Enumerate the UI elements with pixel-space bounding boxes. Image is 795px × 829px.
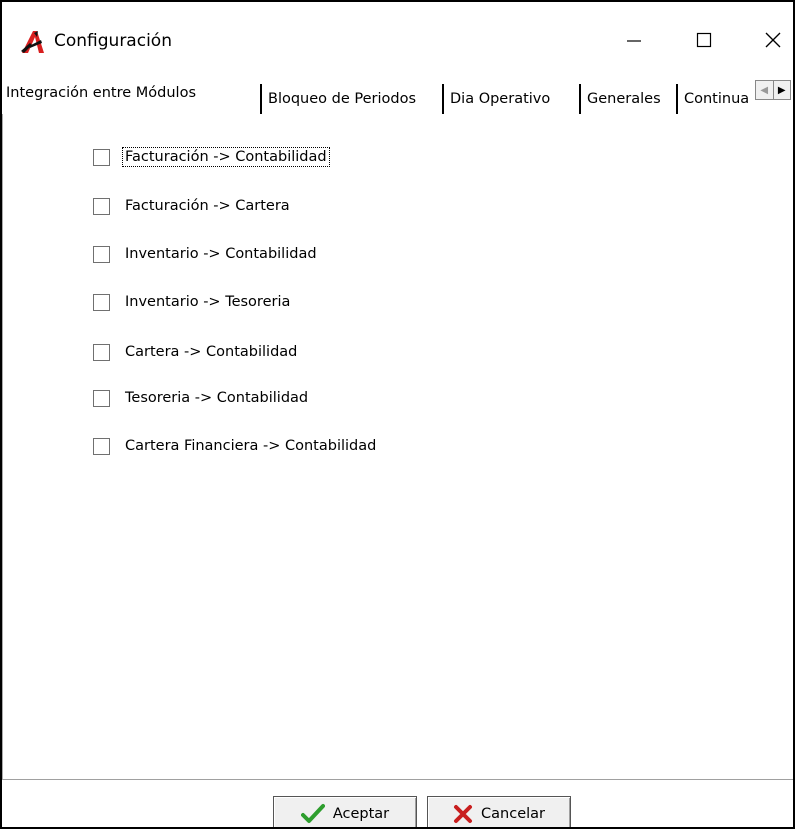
accept-button-label: Aceptar bbox=[332, 806, 390, 822]
checkbox-cartera-financiera-contabilidad[interactable]: Cartera Financiera -> Contabilidad bbox=[93, 434, 378, 458]
tab-label: Generales bbox=[587, 91, 661, 107]
checkbox-box[interactable] bbox=[93, 389, 110, 407]
tab-scroll-right-icon[interactable]: ▶ bbox=[774, 81, 791, 99]
close-button[interactable] bbox=[753, 20, 793, 60]
window-title: Configuración bbox=[54, 31, 172, 51]
button-bar: Aceptar Cancelar bbox=[2, 782, 793, 827]
tab-label: Continua bbox=[684, 91, 750, 107]
tab-scroll-buttons: ◀ ▶ bbox=[755, 80, 791, 100]
minimize-button[interactable] bbox=[614, 20, 654, 60]
tab-continua[interactable]: Continua bbox=[676, 84, 755, 114]
title-bar[interactable]: Configuración bbox=[2, 2, 793, 74]
tab-bloqueo-periodos[interactable]: Bloqueo de Periodos bbox=[260, 84, 442, 114]
configuration-window: Configuración Integración entre Módulos … bbox=[0, 0, 795, 829]
tab-dia-operativo[interactable]: Dia Operativo bbox=[442, 84, 579, 114]
tab-label: Integración entre Módulos bbox=[6, 85, 196, 101]
checkbox-inventario-contabilidad[interactable]: Inventario -> Contabilidad bbox=[93, 242, 319, 266]
app-logo-icon bbox=[21, 31, 44, 53]
checkbox-label: Inventario -> Contabilidad bbox=[125, 246, 317, 262]
tab-panel-integracion: Facturación -> Contabilidad Facturación … bbox=[2, 114, 793, 779]
checkbox-facturacion-cartera[interactable]: Facturación -> Cartera bbox=[93, 194, 292, 218]
checkbox-label: Facturación -> Cartera bbox=[125, 198, 290, 214]
checkbox-facturacion-contabilidad[interactable]: Facturación -> Contabilidad bbox=[93, 145, 330, 169]
accept-button[interactable]: Aceptar bbox=[273, 796, 417, 827]
checkbox-box[interactable] bbox=[93, 437, 110, 455]
checkbox-inventario-tesoreria[interactable]: Inventario -> Tesoreria bbox=[93, 290, 292, 314]
checkbox-box[interactable] bbox=[93, 343, 110, 361]
checkbox-box[interactable] bbox=[93, 197, 110, 215]
tab-label: Bloqueo de Periodos bbox=[268, 91, 417, 107]
checkbox-label: Facturación -> Contabilidad bbox=[122, 147, 330, 167]
maximize-button[interactable] bbox=[684, 20, 724, 60]
checkbox-label: Tesoreria -> Contabilidad bbox=[125, 390, 309, 406]
checkbox-label: Cartera Financiera -> Contabilidad bbox=[125, 438, 377, 454]
checkbox-label: Inventario -> Tesoreria bbox=[125, 294, 291, 310]
checkmark-icon bbox=[300, 804, 325, 823]
minimize-icon bbox=[627, 40, 641, 42]
x-icon bbox=[454, 805, 473, 823]
tab-generales[interactable]: Generales bbox=[579, 84, 676, 114]
checkbox-box[interactable] bbox=[93, 245, 110, 263]
checkbox-box[interactable] bbox=[93, 148, 110, 166]
cancel-button-label: Cancelar bbox=[481, 806, 545, 822]
checkbox-label: Cartera -> Contabilidad bbox=[125, 344, 298, 360]
checkbox-cartera-contabilidad[interactable]: Cartera -> Contabilidad bbox=[93, 340, 299, 364]
cancel-button[interactable]: Cancelar bbox=[427, 796, 571, 827]
tab-integracion-modulos[interactable]: Integración entre Módulos bbox=[2, 76, 260, 114]
tab-scroll-left-icon[interactable]: ◀ bbox=[756, 81, 774, 99]
checkbox-box[interactable] bbox=[93, 293, 110, 311]
checkbox-tesoreria-contabilidad[interactable]: Tesoreria -> Contabilidad bbox=[93, 386, 310, 410]
tab-label: Dia Operativo bbox=[450, 91, 551, 107]
maximize-icon bbox=[696, 32, 712, 48]
close-icon bbox=[765, 32, 781, 48]
tab-strip: Integración entre Módulos Bloqueo de Per… bbox=[2, 74, 793, 114]
